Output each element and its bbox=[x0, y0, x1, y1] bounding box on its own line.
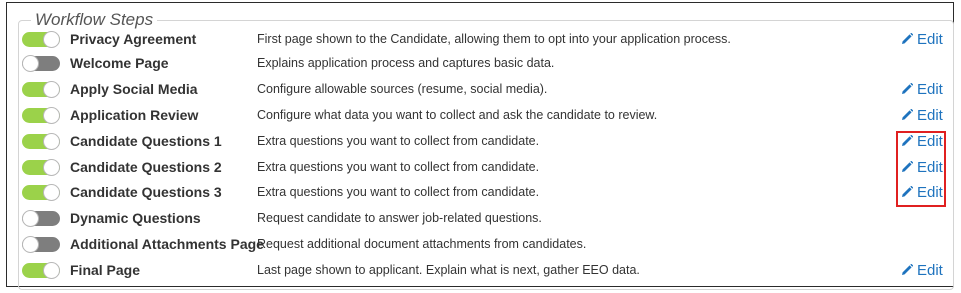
step-name: Candidate Questions 2 bbox=[70, 159, 222, 175]
edit-label: Edit bbox=[917, 183, 943, 201]
toggle-knob bbox=[43, 106, 60, 124]
step-toggle[interactable] bbox=[22, 235, 60, 253]
pencil-icon bbox=[902, 264, 913, 275]
edit-label: Edit bbox=[917, 30, 943, 48]
step-description: Extra questions you want to collect from… bbox=[257, 134, 540, 148]
pencil-icon bbox=[902, 83, 913, 94]
edit-link[interactable]: Edit bbox=[901, 31, 943, 48]
step-name: Welcome Page bbox=[70, 55, 169, 71]
edit-label: Edit bbox=[917, 80, 943, 98]
step-toggle[interactable] bbox=[22, 106, 60, 124]
step-toggle[interactable] bbox=[22, 158, 60, 176]
step-toggle[interactable] bbox=[22, 183, 60, 201]
workflow-step-row: Privacy Agreement First page shown to the… bbox=[22, 26, 952, 52]
step-toggle[interactable] bbox=[22, 80, 60, 98]
edit-link[interactable]: Edit bbox=[901, 262, 943, 279]
step-name: Candidate Questions 1 bbox=[70, 133, 222, 149]
toggle-knob bbox=[22, 235, 39, 253]
toggle-knob bbox=[43, 183, 60, 201]
toggle-knob bbox=[43, 80, 60, 98]
workflow-step-row: Welcome Page Explains application process… bbox=[22, 50, 952, 76]
step-description: Explains application process and capture… bbox=[257, 56, 555, 70]
toggle-knob bbox=[43, 132, 60, 150]
pencil-icon bbox=[902, 186, 913, 197]
edit-link[interactable]: Edit bbox=[901, 184, 943, 201]
workflow-step-row: Additional Attachments Page Request addit… bbox=[22, 231, 952, 257]
pencil-icon bbox=[902, 109, 913, 120]
workflow-step-row: Candidate Questions 2 Extra questions you… bbox=[22, 154, 952, 180]
workflow-step-row: Application Review Configure what data yo… bbox=[22, 102, 952, 128]
edit-label: Edit bbox=[917, 132, 943, 150]
step-description: Configure what data you want to collect … bbox=[257, 108, 658, 122]
step-name: Application Review bbox=[70, 107, 199, 123]
workflow-step-row: Candidate Questions 3 Extra questions you… bbox=[22, 179, 952, 205]
toggle-knob bbox=[43, 261, 60, 279]
toggle-knob bbox=[22, 209, 39, 227]
step-name: Apply Social Media bbox=[70, 81, 198, 97]
step-name: Dynamic Questions bbox=[70, 210, 201, 226]
step-description: Last page shown to applicant. Explain wh… bbox=[257, 263, 640, 277]
step-toggle[interactable] bbox=[22, 261, 60, 279]
workflow-step-row: Apply Social Media Configure allowable so… bbox=[22, 76, 952, 102]
toggle-knob bbox=[22, 54, 39, 72]
step-description: Extra questions you want to collect from… bbox=[257, 185, 540, 199]
step-name: Additional Attachments Page bbox=[70, 236, 264, 252]
step-name: Privacy Agreement bbox=[70, 31, 197, 47]
step-description: Configure allowable sources (resume, soc… bbox=[257, 82, 548, 96]
pencil-icon bbox=[902, 161, 913, 172]
edit-label: Edit bbox=[917, 106, 943, 124]
step-description: Request additional document attachments … bbox=[257, 237, 587, 251]
edit-label: Edit bbox=[917, 261, 943, 279]
step-description: First page shown to the Candidate, allow… bbox=[257, 32, 731, 46]
edit-link[interactable]: Edit bbox=[901, 107, 943, 124]
step-toggle[interactable] bbox=[22, 30, 60, 48]
step-toggle[interactable] bbox=[22, 209, 60, 227]
step-name: Final Page bbox=[70, 262, 141, 278]
workflow-step-row: Dynamic Questions Request candidate to an… bbox=[22, 205, 952, 231]
edit-label: Edit bbox=[917, 158, 943, 176]
workflow-step-row: Candidate Questions 1 Extra questions you… bbox=[22, 128, 952, 154]
step-description: Extra questions you want to collect from… bbox=[257, 160, 540, 174]
toggle-knob bbox=[43, 158, 60, 176]
step-description: Request candidate to answer job-related … bbox=[257, 211, 542, 225]
edit-link[interactable]: Edit bbox=[901, 159, 943, 176]
step-toggle[interactable] bbox=[22, 54, 60, 72]
edit-link[interactable]: Edit bbox=[901, 81, 943, 98]
pencil-icon bbox=[902, 135, 913, 146]
step-toggle[interactable] bbox=[22, 132, 60, 150]
step-name: Candidate Questions 3 bbox=[70, 184, 222, 200]
toggle-knob bbox=[43, 30, 60, 48]
pencil-icon bbox=[902, 33, 913, 44]
workflow-step-row: Final Page Last page shown to applicant. … bbox=[22, 257, 952, 283]
edit-link[interactable]: Edit bbox=[901, 133, 943, 150]
